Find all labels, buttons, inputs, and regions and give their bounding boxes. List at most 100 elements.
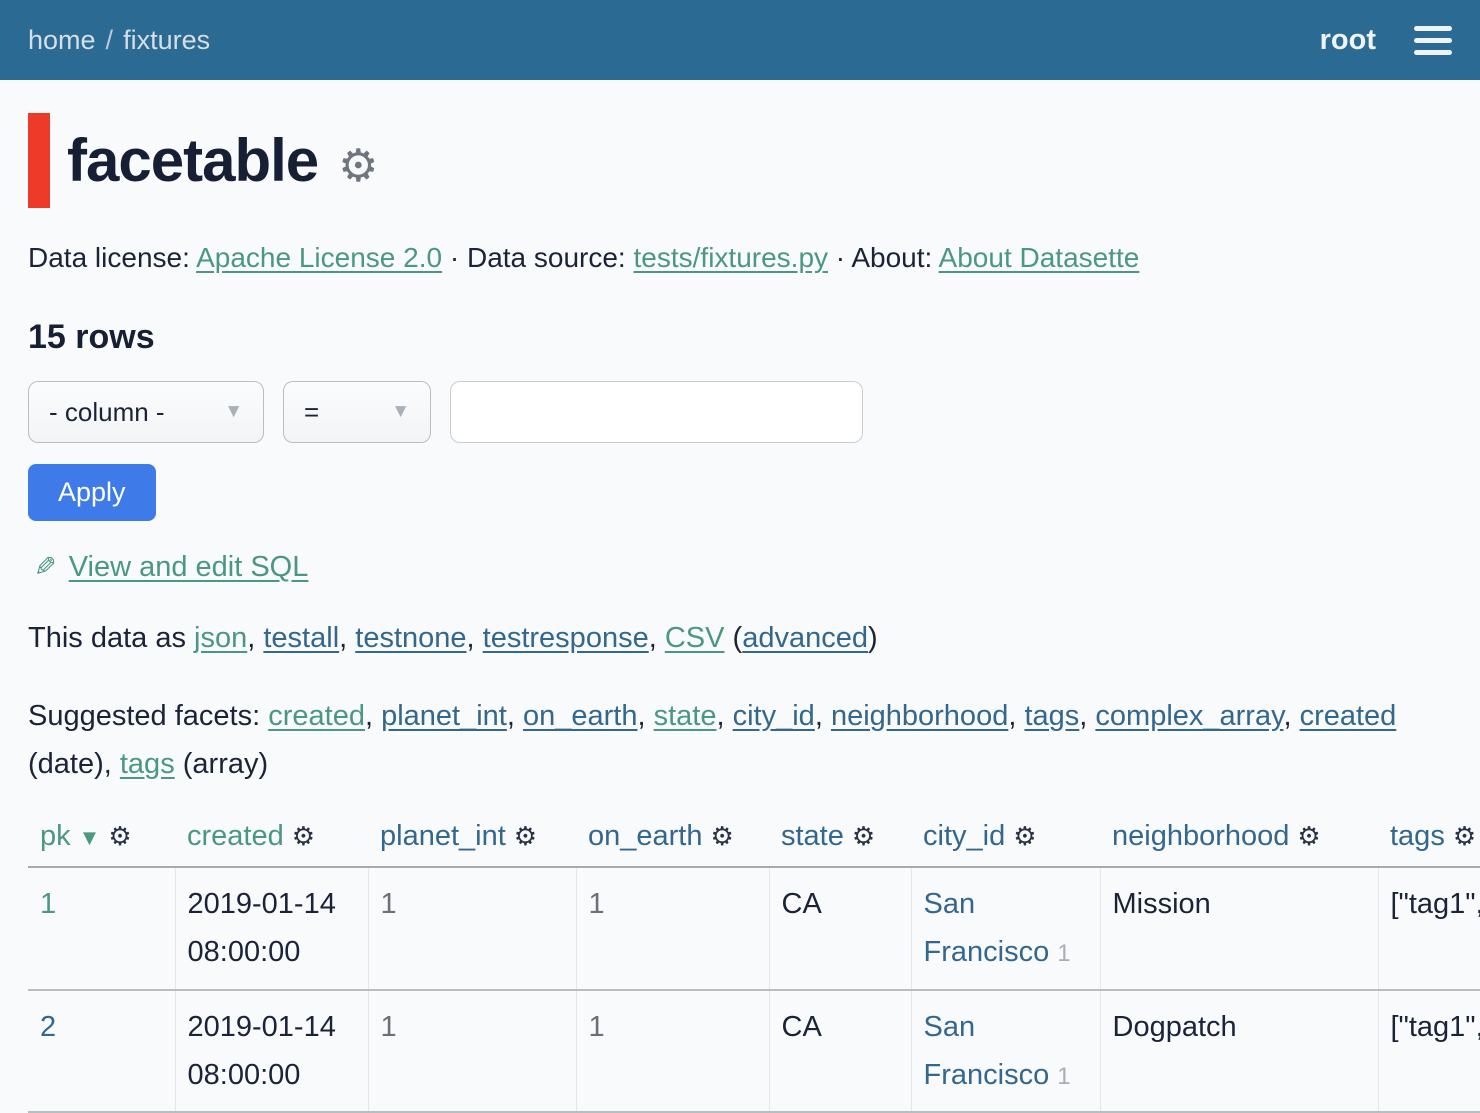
column-header-state: state ⚙ bbox=[769, 810, 911, 867]
column-header-created: created ⚙ bbox=[175, 810, 368, 867]
sort-state-link[interactable]: state bbox=[781, 820, 844, 852]
column-gear-icon[interactable]: ⚙ bbox=[514, 821, 537, 851]
column-header-pk: pk ▼ ⚙ bbox=[28, 810, 175, 867]
facet-link-complex-array[interactable]: complex_array bbox=[1095, 700, 1283, 732]
row-pk-link[interactable]: 1 bbox=[40, 888, 56, 920]
navbar: home / fixtures root bbox=[0, 0, 1480, 80]
column-gear-icon[interactable]: ⚙ bbox=[1297, 821, 1320, 851]
row-count-heading: 15 rows bbox=[28, 318, 1452, 357]
column-header-tags: tags ⚙ bbox=[1378, 810, 1480, 867]
facet-link-state[interactable]: state bbox=[654, 700, 717, 732]
sort-planet-int-link[interactable]: planet_int bbox=[380, 820, 506, 852]
filter-value-input[interactable] bbox=[450, 381, 863, 443]
facet-link-neighborhood[interactable]: neighborhood bbox=[831, 700, 1008, 732]
cell-neighborhood: Mission bbox=[1100, 867, 1378, 989]
sort-pk-link[interactable]: pk bbox=[40, 820, 71, 852]
cell-state: CA bbox=[769, 867, 911, 989]
facet-link-planet-int[interactable]: planet_int bbox=[381, 700, 507, 732]
cell-on-earth: 1 bbox=[576, 990, 769, 1112]
cell-pk: 1 bbox=[28, 867, 175, 989]
view-edit-sql-link[interactable]: View and edit SQL bbox=[69, 551, 309, 583]
filter-operator-value: = bbox=[304, 397, 319, 428]
filter-column-select[interactable]: - column - ▼ bbox=[28, 381, 264, 443]
cell-tags: ["tag1", "tag2"] bbox=[1378, 867, 1480, 989]
page-title: facetable bbox=[67, 126, 318, 195]
cell-pk: 2 bbox=[28, 990, 175, 1112]
facet-link-tags-array[interactable]: tags bbox=[120, 748, 175, 780]
column-header-planet-int: planet_int ⚙ bbox=[368, 810, 576, 867]
cell-city-id: San Francisco 1 bbox=[911, 867, 1100, 989]
filter-column-value: - column - bbox=[49, 397, 165, 428]
license-link[interactable]: Apache License 2.0 bbox=[196, 242, 442, 273]
breadcrumb: home / fixtures bbox=[28, 25, 210, 56]
apply-button[interactable]: Apply bbox=[28, 464, 156, 521]
column-gear-icon[interactable]: ⚙ bbox=[292, 821, 315, 851]
facet-link-tags[interactable]: tags bbox=[1024, 700, 1079, 732]
column-gear-icon[interactable]: ⚙ bbox=[711, 821, 734, 851]
accent-bar bbox=[28, 113, 50, 208]
about-link[interactable]: About Datasette bbox=[939, 242, 1140, 273]
facet-link-created[interactable]: created bbox=[268, 700, 365, 732]
dot-separator: · bbox=[450, 242, 459, 273]
suggested-facets-line: Suggested facets: created, planet_int, o… bbox=[28, 692, 1452, 788]
export-link-csv[interactable]: CSV bbox=[665, 622, 725, 654]
column-header-on-earth: on_earth ⚙ bbox=[576, 810, 769, 867]
export-link-testnone[interactable]: testnone bbox=[355, 622, 466, 654]
column-gear-icon[interactable]: ⚙ bbox=[1013, 821, 1036, 851]
table-row: 1 2019-01-14 08:00:00 1 1 CA San Francis… bbox=[28, 867, 1480, 989]
breadcrumb-separator: / bbox=[106, 25, 114, 55]
sort-city-id-link[interactable]: city_id bbox=[923, 820, 1005, 852]
export-line: This data as json, testall, testnone, te… bbox=[28, 622, 1452, 655]
facet-link-created-date[interactable]: created bbox=[1300, 700, 1397, 732]
table-settings-gear-icon[interactable]: ⚙ bbox=[338, 139, 378, 192]
sort-on-earth-link[interactable]: on_earth bbox=[588, 820, 703, 852]
metadata-line: Data license: Apache License 2.0 · Data … bbox=[28, 242, 1452, 274]
cell-city-id: San Francisco1 bbox=[911, 990, 1100, 1112]
chevron-down-icon: ▼ bbox=[224, 401, 243, 423]
user-menu-link[interactable]: root bbox=[1320, 24, 1376, 57]
cell-created: 2019-01-14 08:00:00 bbox=[175, 867, 368, 989]
sql-line: ✎ View and edit SQL bbox=[28, 551, 1452, 584]
cell-on-earth: 1 bbox=[576, 867, 769, 989]
column-header-neighborhood: neighborhood ⚙ bbox=[1100, 810, 1378, 867]
sort-created-link[interactable]: created bbox=[187, 820, 284, 852]
breadcrumb-home-link[interactable]: home bbox=[28, 25, 96, 55]
cell-tags: ["tag1", "tag3"] bbox=[1378, 990, 1480, 1112]
sort-neighborhood-link[interactable]: neighborhood bbox=[1112, 820, 1289, 852]
export-link-advanced[interactable]: advanced bbox=[742, 622, 868, 654]
table-header-row: pk ▼ ⚙ created ⚙ planet_int ⚙ on_earth ⚙ stat… bbox=[28, 810, 1480, 867]
facet-link-on-earth[interactable]: on_earth bbox=[523, 700, 638, 732]
cell-neighborhood: Dogpatch bbox=[1100, 990, 1378, 1112]
filter-row: - column - ▼ = ▼ bbox=[28, 381, 1452, 443]
column-header-city-id: city_id ⚙ bbox=[911, 810, 1100, 867]
column-gear-icon[interactable]: ⚙ bbox=[108, 821, 131, 851]
sort-tags-link[interactable]: tags bbox=[1390, 820, 1445, 852]
license-label: Data license: bbox=[28, 242, 190, 273]
data-table: pk ▼ ⚙ created ⚙ planet_int ⚙ on_earth ⚙ stat… bbox=[28, 810, 1480, 1113]
export-link-testall[interactable]: testall bbox=[263, 622, 339, 654]
page-title-row: facetable ⚙ bbox=[28, 113, 1452, 208]
cell-created: 2019-01-14 08:00:00 bbox=[175, 990, 368, 1112]
filter-operator-select[interactable]: = ▼ bbox=[283, 381, 431, 443]
cell-state: CA bbox=[769, 990, 911, 1112]
about-label: About: bbox=[851, 242, 932, 273]
facet-link-city-id[interactable]: city_id bbox=[733, 700, 815, 732]
column-gear-icon[interactable]: ⚙ bbox=[1453, 821, 1476, 851]
export-link-json[interactable]: json bbox=[194, 622, 247, 654]
chevron-down-icon: ▼ bbox=[391, 401, 410, 423]
column-gear-icon[interactable]: ⚙ bbox=[852, 821, 875, 851]
breadcrumb-fixtures-link[interactable]: fixtures bbox=[123, 25, 210, 55]
foreign-key-id: 1 bbox=[1057, 940, 1070, 967]
dot-separator: · bbox=[836, 242, 845, 273]
pencil-icon: ✎ bbox=[34, 552, 57, 583]
city-link[interactable]: San Francisco bbox=[924, 1011, 1050, 1091]
city-link[interactable]: San Francisco bbox=[924, 888, 1050, 968]
table-row: 2 2019-01-14 08:00:00 1 1 CA San Francis… bbox=[28, 990, 1480, 1112]
source-label: Data source: bbox=[467, 242, 626, 273]
hamburger-menu-icon[interactable] bbox=[1414, 22, 1452, 59]
sort-desc-icon: ▼ bbox=[79, 825, 101, 850]
source-link[interactable]: tests/fixtures.py bbox=[634, 242, 829, 273]
cell-planet-int: 1 bbox=[368, 867, 576, 989]
row-pk-link[interactable]: 2 bbox=[40, 1011, 56, 1043]
export-link-testresponse[interactable]: testresponse bbox=[483, 622, 649, 654]
